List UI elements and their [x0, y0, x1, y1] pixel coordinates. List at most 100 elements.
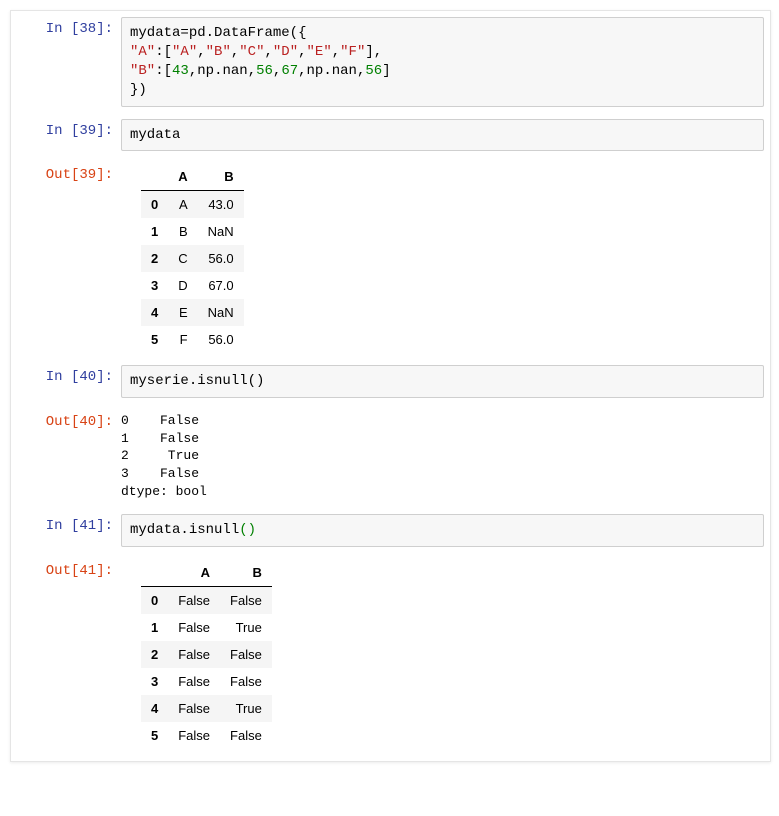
in-prompt-38: In [38]:: [11, 17, 121, 37]
dataframe-table-39: AB0A43.01BNaN2C56.03D67.04ENaN5F56.0: [141, 163, 244, 353]
code-token: mydata: [130, 522, 180, 538]
code-token: isnull: [189, 522, 239, 538]
table-cell: 43.0: [198, 191, 244, 219]
code-token: mydata: [130, 25, 180, 41]
table-cell: D: [168, 272, 197, 299]
code-token: "A": [130, 44, 155, 60]
code-token: 67: [281, 63, 298, 79]
code-token: ,: [298, 44, 306, 60]
table-index: 4: [141, 299, 168, 326]
code-token: "E": [307, 44, 332, 60]
table-index: 2: [141, 245, 168, 272]
table-index: 3: [141, 272, 168, 299]
cell-41-output: Out[41]: AB0FalseFalse1FalseTrue2FalseFa…: [11, 553, 770, 755]
code-token: "C": [239, 44, 264, 60]
table-index: 3: [141, 668, 168, 695]
table-cell: 67.0: [198, 272, 244, 299]
table-row: 5F56.0: [141, 326, 244, 353]
table-cell: NaN: [198, 299, 244, 326]
text-output-40: 0 False 1 False 2 True 3 False dtype: bo…: [121, 410, 770, 502]
table-row: 2C56.0: [141, 245, 244, 272]
table-cell: True: [220, 695, 272, 722]
code-token: (): [239, 522, 256, 538]
table-index: 1: [141, 218, 168, 245]
in-prompt-40: In [40]:: [11, 365, 121, 385]
table-index: 0: [141, 191, 168, 219]
table-index: 1: [141, 614, 168, 641]
table-cell: False: [220, 641, 272, 668]
table-index: 5: [141, 326, 168, 353]
code-token: (): [248, 373, 265, 389]
code-token: "A": [172, 44, 197, 60]
cell-38-input: In [38]: mydata=pd.DataFrame({ "A":["A",…: [11, 11, 770, 113]
table-column-header: A: [168, 559, 220, 587]
code-token: np: [307, 63, 324, 79]
cell-39-input: In [39]: mydata: [11, 113, 770, 158]
code-token: =: [180, 25, 188, 41]
code-token: myserie: [130, 373, 189, 389]
code-token: .: [189, 373, 197, 389]
code-token: 43: [172, 63, 189, 79]
code-token: ],: [365, 44, 382, 60]
code-token: ,: [265, 44, 273, 60]
table-cell: F: [168, 326, 197, 353]
in-prompt-41: In [41]:: [11, 514, 121, 534]
table-row: 0FalseFalse: [141, 586, 272, 614]
code-token: ,: [248, 63, 256, 79]
table-corner: [141, 163, 168, 191]
code-token: :[: [155, 63, 172, 79]
in-prompt-39: In [39]:: [11, 119, 121, 139]
table-cell: False: [168, 695, 220, 722]
table-cell: NaN: [198, 218, 244, 245]
code-token: isnull: [197, 373, 247, 389]
table-cell: False: [168, 614, 220, 641]
table-row: 1FalseTrue: [141, 614, 272, 641]
code-token: mydata: [130, 127, 180, 143]
code-input-41[interactable]: mydata.isnull(): [121, 514, 764, 547]
code-token: "B": [206, 44, 231, 60]
code-token: :[: [155, 44, 172, 60]
code-input-40[interactable]: myserie.isnull(): [121, 365, 764, 398]
dataframe-output-41: AB0FalseFalse1FalseTrue2FalseFalse3False…: [121, 559, 770, 749]
code-token: pd: [189, 25, 206, 41]
table-row: 2FalseFalse: [141, 641, 272, 668]
cell-41-input: In [41]: mydata.isnull(): [11, 508, 770, 553]
table-cell: 56.0: [198, 326, 244, 353]
table-cell: A: [168, 191, 197, 219]
code-token: ,: [332, 44, 340, 60]
table-index: 4: [141, 695, 168, 722]
dataframe-table-41: AB0FalseFalse1FalseTrue2FalseFalse3False…: [141, 559, 272, 749]
table-cell: B: [168, 218, 197, 245]
table-cell: 56.0: [198, 245, 244, 272]
table-index: 2: [141, 641, 168, 668]
code-token: ({: [290, 25, 307, 41]
table-cell: False: [220, 722, 272, 749]
code-token: }): [130, 82, 147, 98]
table-row: 0A43.0: [141, 191, 244, 219]
table-row: 3D67.0: [141, 272, 244, 299]
code-token: ,: [298, 63, 306, 79]
code-token: DataFrame: [214, 25, 290, 41]
code-token: ,: [189, 63, 197, 79]
cell-39-output: Out[39]: AB0A43.01BNaN2C56.03D67.04ENaN5…: [11, 157, 770, 359]
table-cell: True: [220, 614, 272, 641]
table-row: 1BNaN: [141, 218, 244, 245]
code-token: nan: [222, 63, 247, 79]
table-column-header: B: [220, 559, 272, 587]
table-cell: False: [168, 586, 220, 614]
code-token: np: [197, 63, 214, 79]
notebook-container: In [38]: mydata=pd.DataFrame({ "A":["A",…: [10, 10, 771, 762]
code-token: "D": [273, 44, 298, 60]
cell-40-output: Out[40]: 0 False 1 False 2 True 3 False …: [11, 404, 770, 508]
code-input-38[interactable]: mydata=pd.DataFrame({ "A":["A","B","C","…: [121, 17, 764, 107]
table-column-header: A: [168, 163, 197, 191]
code-token: ]: [382, 63, 390, 79]
code-token: 56: [365, 63, 382, 79]
table-cell: False: [168, 668, 220, 695]
table-column-header: B: [198, 163, 244, 191]
table-cell: False: [168, 641, 220, 668]
table-row: 3FalseFalse: [141, 668, 272, 695]
code-input-39[interactable]: mydata: [121, 119, 764, 152]
table-row: 4ENaN: [141, 299, 244, 326]
code-token: "F": [340, 44, 365, 60]
